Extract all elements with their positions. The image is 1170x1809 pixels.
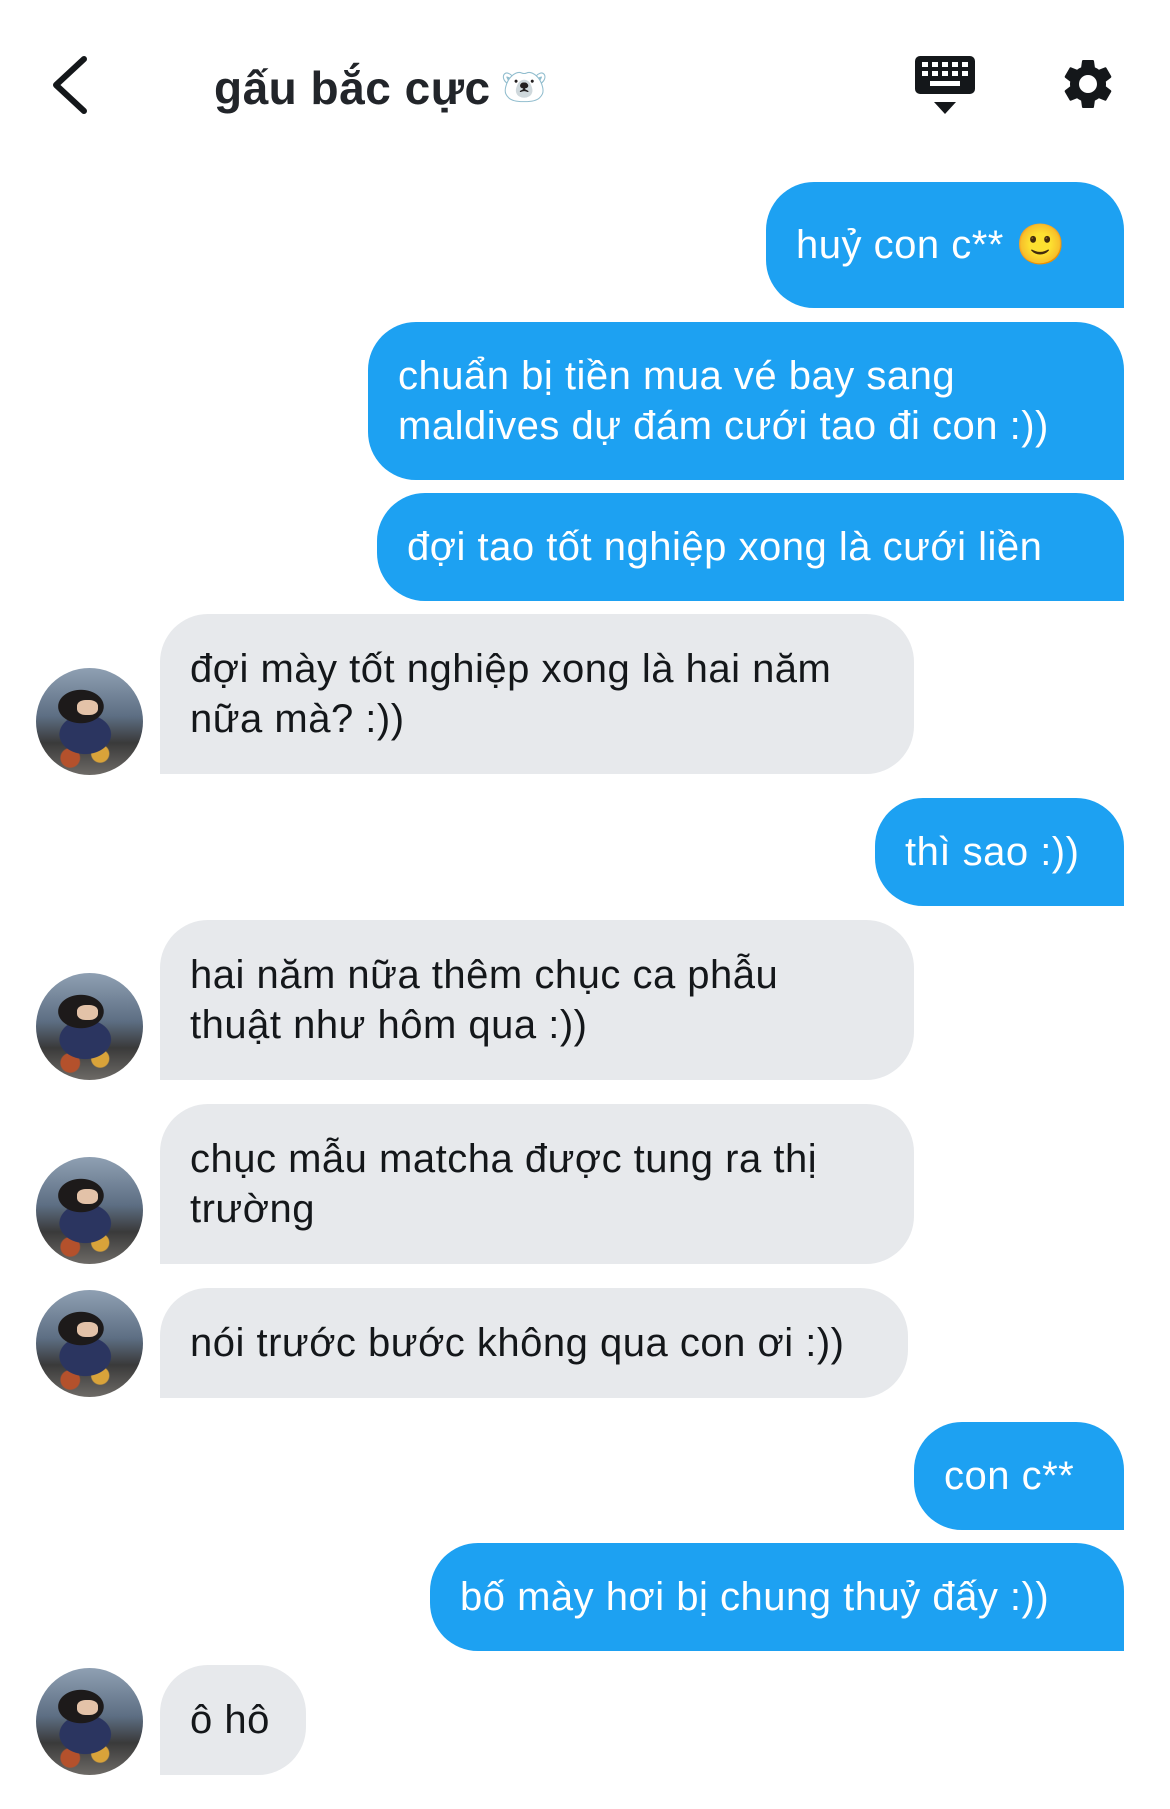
avatar[interactable] <box>36 973 143 1080</box>
back-button[interactable] <box>40 50 100 120</box>
received-message[interactable]: hai năm nữa thêm chục ca phẫu thuật như … <box>160 920 914 1080</box>
keyboard-toggle-button[interactable] <box>912 52 978 118</box>
gear-icon <box>1064 59 1112 108</box>
settings-button[interactable] <box>1058 54 1118 114</box>
received-message[interactable]: chục mẫu matcha được tung ra thị trường <box>160 1104 914 1264</box>
conversation-header: gấu bắc cực 🐻‍❄️ <box>0 0 1170 170</box>
received-message[interactable]: nói trước bước không qua con ơi :)) <box>160 1288 908 1398</box>
avatar[interactable] <box>36 668 143 775</box>
keyboard-hide-icon <box>915 56 975 114</box>
avatar[interactable] <box>36 1157 143 1264</box>
sent-message[interactable]: bố mày hơi bị chung thuỷ đấy :)) <box>430 1543 1124 1651</box>
chevron-left-icon <box>53 56 87 114</box>
received-message[interactable]: đợi mày tốt nghiệp xong là hai năm nữa m… <box>160 614 914 774</box>
conversation-title[interactable]: gấu bắc cực 🐻‍❄️ <box>214 58 548 118</box>
avatar[interactable] <box>36 1668 143 1775</box>
received-message[interactable]: ô hô <box>160 1665 306 1775</box>
title-text: gấu bắc cực <box>214 62 491 114</box>
sent-message[interactable]: con c** <box>914 1422 1124 1530</box>
sent-message[interactable]: huỷ con c** 🙂 <box>766 182 1124 308</box>
polar-bear-emoji: 🐻‍❄️ <box>500 67 549 109</box>
sent-message[interactable]: thì sao :)) <box>875 798 1124 906</box>
avatar[interactable] <box>36 1290 143 1397</box>
sent-message[interactable]: chuẩn bị tiền mua vé bay sang maldives d… <box>368 322 1124 480</box>
sent-message[interactable]: đợi tao tốt nghiệp xong là cưới liền <box>377 493 1124 601</box>
